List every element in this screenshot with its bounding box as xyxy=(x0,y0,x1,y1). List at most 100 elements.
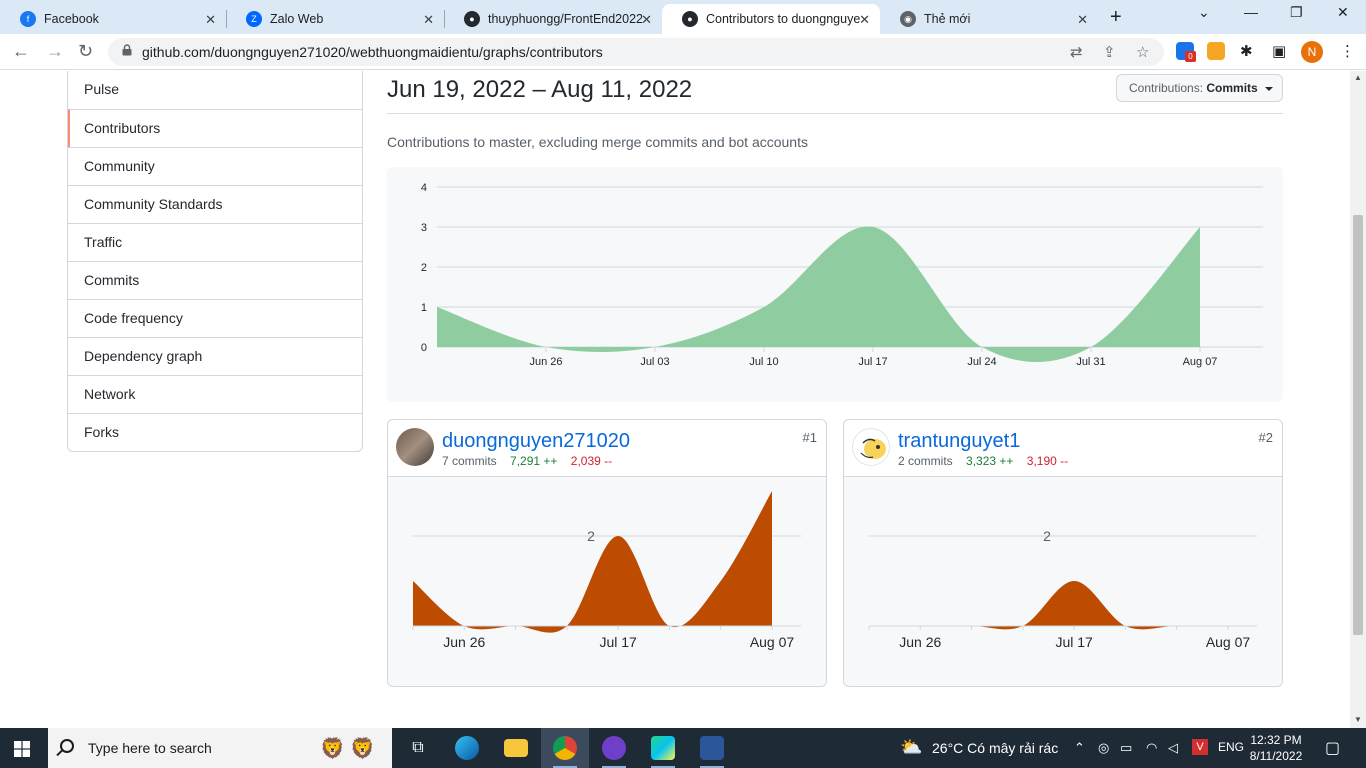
extensions-puzzle-icon[interactable]: ✱ xyxy=(1240,42,1253,60)
translate-icon[interactable]: ⇄ xyxy=(1070,43,1083,61)
url-field[interactable]: github.com/duongnguyen271020/webthuongma… xyxy=(108,38,1164,66)
contributor-username[interactable]: trantunguyet1 xyxy=(898,430,1020,453)
commits-count[interactable]: 2 commits xyxy=(898,454,953,468)
tab-github-frontend[interactable]: ● thuyphuongg/FrontEnd2022 ✕ xyxy=(444,4,662,34)
x-tick-label: Jul 24 xyxy=(967,356,996,368)
avatar[interactable] xyxy=(396,428,434,466)
close-icon[interactable]: ✕ xyxy=(205,12,216,28)
rss-icon[interactable] xyxy=(1207,42,1225,60)
contributor-area-series xyxy=(413,491,772,633)
side-panel-icon[interactable]: ▣ xyxy=(1272,42,1286,60)
close-icon[interactable]: ✕ xyxy=(1077,12,1088,28)
language-indicator[interactable]: ENG xyxy=(1218,740,1244,754)
sidebar-item-dependency-graph[interactable]: Dependency graph xyxy=(68,337,362,375)
close-icon[interactable]: ✕ xyxy=(423,12,434,28)
search-highlight-icon: 🦁 xyxy=(350,738,375,760)
sidebar-item-community[interactable]: Community xyxy=(68,147,362,185)
contributions-type-dropdown[interactable]: Contributions: Commits xyxy=(1116,74,1283,102)
profile-avatar[interactable]: N xyxy=(1301,41,1323,63)
contributor-chart: 2 Jun 26 Jul 17 Aug 07 xyxy=(844,477,1282,686)
github-desktop-icon[interactable] xyxy=(590,728,638,768)
unikey-icon[interactable]: V xyxy=(1192,739,1208,755)
deletions-count: 3,190 -- xyxy=(1026,454,1069,468)
main-contributions-chart[interactable]: 0 1 2 3 4 Jun 26 Jul 03 Jul 10 Jul 17 Jul 24 Jul 3… xyxy=(387,167,1283,402)
contributor-username[interactable]: duongnguyen271020 xyxy=(442,430,630,453)
file-explorer-icon[interactable] xyxy=(492,728,540,768)
y-tick-label: 4 xyxy=(421,182,427,194)
sidebar-item-network[interactable]: Network xyxy=(68,375,362,413)
webstorm-icon[interactable] xyxy=(639,728,687,768)
volume-icon[interactable]: ◁ xyxy=(1168,740,1178,756)
tab-new-tab[interactable]: ◉ Thẻ mới ✕ xyxy=(880,4,1098,34)
commits-count[interactable]: 7 commits xyxy=(442,454,497,468)
minimize-button[interactable]: — xyxy=(1244,4,1258,20)
tab-contributors[interactable]: ● Contributors to duongnguye ✕ xyxy=(662,4,880,34)
battery-icon[interactable]: ▭ xyxy=(1120,740,1132,756)
close-icon[interactable]: ✕ xyxy=(641,12,652,28)
x-tick-label: Aug 07 xyxy=(1183,356,1218,368)
share-icon[interactable]: ⇪ xyxy=(1103,43,1116,61)
tab-title: Zalo Web xyxy=(270,12,324,26)
task-view-icon[interactable]: ⧉ xyxy=(394,728,442,768)
windows-start-icon[interactable] xyxy=(14,741,30,757)
sidebar-item-traffic[interactable]: Traffic xyxy=(68,223,362,261)
meet-icon[interactable]: ◎ xyxy=(1098,740,1109,756)
sidebar-item-pulse[interactable]: Pulse xyxy=(68,71,362,109)
tab-title: Contributors to duongnguye xyxy=(706,12,861,26)
insights-sidebar: Pulse Contributors Community Community S… xyxy=(67,71,363,452)
avatar[interactable] xyxy=(852,428,890,466)
close-icon[interactable]: ✕ xyxy=(859,12,870,28)
sidebar-item-commits[interactable]: Commits xyxy=(68,261,362,299)
sidebar-item-code-frequency[interactable]: Code frequency xyxy=(68,299,362,337)
bookmark-star-icon[interactable]: ☆ xyxy=(1136,43,1149,61)
gridline-label: 2 xyxy=(587,528,595,544)
chrome-taskbar-icon[interactable] xyxy=(541,728,589,768)
browser-tab-bar: f Facebook ✕ Z Zalo Web ✕ ● thuyphuongg/… xyxy=(0,0,1366,34)
scroll-up-arrow-icon[interactable]: ▲ xyxy=(1354,73,1362,82)
deletions-count: 2,039 -- xyxy=(570,454,613,468)
weather-icon: ⛅ xyxy=(900,737,923,757)
wifi-icon[interactable]: ◠ xyxy=(1146,740,1157,756)
tab-facebook[interactable]: f Facebook ✕ xyxy=(0,4,226,34)
contributor-chart-svg: 2 Jun 26 Jul 17 Aug 07 xyxy=(868,528,1257,650)
dropdown-label: Contributions: xyxy=(1129,81,1204,95)
bird-avatar-icon xyxy=(860,438,886,459)
scroll-down-arrow-icon[interactable]: ▼ xyxy=(1354,715,1362,724)
menu-kebab-icon[interactable]: ⋮ xyxy=(1340,42,1355,60)
tab-zalo[interactable]: Z Zalo Web ✕ xyxy=(226,4,444,34)
search-highlight-icon: 🦁 xyxy=(320,738,345,760)
contributor-card-header: trantunguyet1 2 commits 3,323 ++ 3,190 -… xyxy=(844,420,1282,477)
y-tick-label: 0 xyxy=(421,342,427,354)
y-tick-label: 2 xyxy=(421,262,427,274)
sidebar-item-contributors[interactable]: Contributors xyxy=(68,109,362,147)
close-window-button[interactable]: ✕ xyxy=(1337,4,1349,21)
sidebar-item-forks[interactable]: Forks xyxy=(68,413,362,451)
edge-icon[interactable] xyxy=(443,728,491,768)
facebook-icon: f xyxy=(20,11,36,27)
new-tab-button[interactable]: + xyxy=(1110,6,1122,29)
tab-search-icon[interactable]: ⌄ xyxy=(1198,4,1210,21)
taskbar-search-box[interactable]: Type here to search 🦁 🦁 xyxy=(48,728,392,768)
restore-button[interactable]: ❐ xyxy=(1290,4,1303,21)
system-clock[interactable]: 12:32 PM 8/11/2022 xyxy=(1245,732,1307,764)
reload-icon[interactable]: ↻ xyxy=(78,41,93,62)
notification-icon[interactable]: ▢ xyxy=(1325,738,1340,758)
back-icon[interactable]: ← xyxy=(12,41,30,62)
clock-date: 8/11/2022 xyxy=(1249,749,1303,763)
page-scrollbar[interactable]: ▲ ▼ xyxy=(1350,71,1366,728)
tab-title: thuyphuongg/FrontEnd2022 xyxy=(488,12,643,26)
extension-icon[interactable]: 0 xyxy=(1176,42,1196,62)
weather-text[interactable]: 26°C Có mây rải rác xyxy=(932,740,1058,756)
contributor-card-header: duongnguyen271020 7 commits 7,291 ++ 2,0… xyxy=(388,420,826,477)
forward-icon[interactable]: → xyxy=(46,41,64,62)
date-range-title: Jun 19, 2022 – Aug 11, 2022 xyxy=(387,76,693,103)
github-icon: ● xyxy=(464,11,480,27)
zalo-icon: Z xyxy=(246,11,262,27)
x-tick-label: Jun 26 xyxy=(899,634,941,650)
chrome-icon: ◉ xyxy=(900,11,916,27)
search-icon xyxy=(60,739,74,753)
chevron-up-icon[interactable]: ⌃ xyxy=(1074,740,1085,756)
scrollbar-thumb[interactable] xyxy=(1353,215,1363,635)
word-icon[interactable] xyxy=(688,728,736,768)
sidebar-item-community-standards[interactable]: Community Standards xyxy=(68,185,362,223)
